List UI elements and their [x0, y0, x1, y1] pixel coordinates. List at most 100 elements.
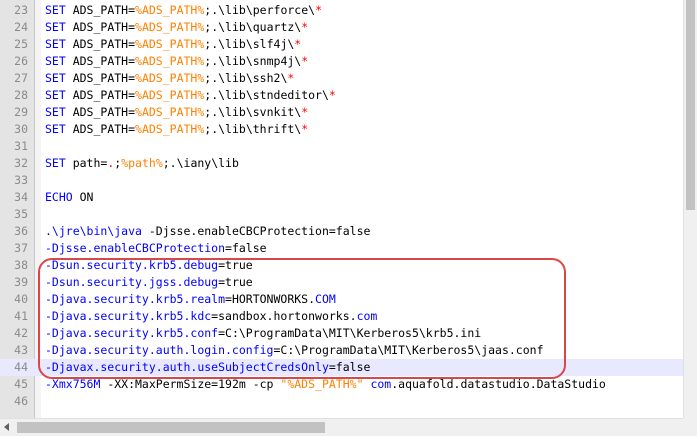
line-number: 44: [14, 360, 28, 374]
code-token: ;.\lib\svnkit\: [204, 105, 302, 119]
code-token: =false: [328, 360, 371, 374]
code-text: -Dsun.security.krb5.debug=true: [45, 257, 253, 274]
code-text: -Djava.security.krb5.kdc=sandbox.hortonw…: [45, 308, 377, 325]
line-number: 33: [14, 173, 28, 187]
vertical-scrollbar[interactable]: [683, 0, 697, 418]
code-token: -Djavax.security.auth.useSubjectCredsOnl…: [45, 360, 329, 374]
code-token: "%ADS_PATH%": [280, 377, 364, 391]
code-token: =true: [218, 275, 253, 289]
code-token: -Djava.security.auth.login.config: [45, 343, 274, 357]
code-token: ;.\iany\lib: [162, 156, 239, 170]
line-number: 34: [14, 190, 28, 204]
line-number: 35: [14, 207, 28, 221]
code-line[interactable]: 37 -Djsse.enableCBCProtection=false: [0, 240, 683, 257]
code-line[interactable]: 30 SET ADS_PATH=%ADS_PATH%;.\lib\thrift\*: [0, 121, 683, 138]
code-token: ;.\lib\perforce\: [204, 3, 316, 17]
code-text: -Xmx756M -XX:MaxPermSize=192m -cp "%ADS_…: [45, 376, 606, 393]
code-line[interactable]: 32 SET path=.;%path%;.\iany\lib: [0, 155, 683, 172]
code-line[interactable]: 45 -Xmx756M -XX:MaxPermSize=192m -cp "%AD…: [0, 376, 683, 393]
code-line[interactable]: 41 -Djava.security.krb5.kdc=sandbox.horto…: [0, 308, 683, 325]
code-line[interactable]: 35: [0, 206, 683, 223]
code-line[interactable]: 25 SET ADS_PATH=%ADS_PATH%;.\lib\slf4j\*: [0, 36, 683, 53]
line-number: 42: [14, 326, 28, 340]
code-token: ADS_PATH=: [65, 37, 136, 51]
code-line[interactable]: 43 -Djava.security.auth.login.config=C:\P…: [0, 342, 683, 359]
line-number: 27: [14, 71, 28, 85]
code-token: %ADS_PATH%: [135, 3, 205, 17]
code-token: =false: [225, 241, 267, 255]
code-line[interactable]: 34 ECHO ON: [0, 189, 683, 206]
code-line[interactable]: 42 -Djava.security.krb5.conf=C:\ProgramDa…: [0, 325, 683, 342]
code-text: -Dsun.security.jgss.debug=true: [45, 274, 253, 291]
line-number: 38: [14, 258, 28, 272]
code-token: ;.\lib\stndeditor\: [204, 88, 329, 102]
horizontal-scroll-thumb[interactable]: [17, 422, 325, 433]
code-token: =sandbox.hortonworks.: [211, 309, 357, 323]
code-token: -Xmx756M: [45, 377, 101, 391]
code-token: *: [301, 122, 309, 136]
code-token: ;.\lib\thrift\: [204, 122, 302, 136]
code-line[interactable]: 27 SET ADS_PATH=%ADS_PATH%;.\lib\ssh2\*: [0, 70, 683, 87]
code-text: SET ADS_PATH=%ADS_PATH%;.\lib\snmp4j\*: [45, 53, 308, 70]
line-number: 39: [14, 275, 28, 289]
code-token: ADS_PATH=: [65, 71, 136, 85]
code-line[interactable]: 26 SET ADS_PATH=%ADS_PATH%;.\lib\snmp4j\*: [0, 53, 683, 70]
code-text: -Djsse.enableCBCProtection=false: [45, 240, 267, 257]
code-token: -XX:MaxPermSize=192m -cp: [100, 377, 281, 391]
code-text: SET ADS_PATH=%ADS_PATH%;.\lib\svnkit\*: [45, 104, 308, 121]
code-line[interactable]: 40 -Djava.security.krb5.realm=HORTONWORKS…: [0, 291, 683, 308]
code-token: ECHO: [45, 190, 73, 204]
code-line[interactable]: 28 SET ADS_PATH=%ADS_PATH%;.\lib\stndedit…: [0, 87, 683, 104]
code-token: =HORTONWORKS.: [225, 292, 316, 306]
code-token: ;.\lib\slf4j\: [204, 37, 295, 51]
code-token: SET: [45, 122, 66, 136]
code-token: -Djava.security.krb5.conf: [45, 326, 219, 340]
code-text: SET ADS_PATH=%ADS_PATH%;.\lib\slf4j\*: [45, 36, 301, 53]
code-token: ADS_PATH=: [65, 20, 136, 34]
code-token: %ADS_PATH%: [135, 20, 205, 34]
code-line[interactable]: 46: [0, 393, 683, 410]
line-number: 28: [14, 88, 28, 102]
code-line[interactable]: 24 SET ADS_PATH=%ADS_PATH%;.\lib\quartz\*: [0, 19, 683, 36]
code-token: SET: [45, 88, 66, 102]
horizontal-scrollbar[interactable]: [0, 418, 683, 436]
line-number: 43: [14, 343, 28, 357]
code-token: -Djsse.enableCBCProtection: [45, 241, 226, 255]
vertical-scroll-thumb[interactable]: [686, 0, 695, 210]
code-line[interactable]: 44 -Djavax.security.auth.useSubjectCredsO…: [0, 359, 683, 376]
code-token: *: [301, 20, 309, 34]
code-line[interactable]: 33: [0, 172, 683, 189]
code-token: com: [356, 309, 378, 323]
line-number: 36: [14, 224, 28, 238]
code-token: -Djsse.enableCBCProtection=false: [141, 224, 371, 238]
code-line[interactable]: 29 SET ADS_PATH=%ADS_PATH%;.\lib\svnkit\*: [0, 104, 683, 121]
code-token: -Dsun.security.jgss.debug: [45, 275, 219, 289]
code-token: ;.\lib\ssh2\: [204, 71, 288, 85]
code-token: SET: [45, 105, 66, 119]
code-line[interactable]: 31: [0, 138, 683, 155]
code-line[interactable]: 39 -Dsun.security.jgss.debug=true: [0, 274, 683, 291]
code-token: *: [301, 54, 309, 68]
code-line[interactable]: 38 -Dsun.security.krb5.debug=true: [0, 257, 683, 274]
code-line[interactable]: 23 SET ADS_PATH=%ADS_PATH%;.\lib\perforce…: [0, 2, 683, 19]
code-token: -Djava.security.krb5.realm: [45, 292, 226, 306]
code-token: .aquafold.datastudio.DataStudio: [391, 377, 606, 391]
code-line[interactable]: 36 .\jre\bin\java -Djsse.enableCBCProtect…: [0, 223, 683, 240]
code-token: *: [294, 37, 302, 51]
line-number: 29: [14, 105, 28, 119]
code-token: %path%: [121, 156, 163, 170]
code-token: %ADS_PATH%: [135, 37, 205, 51]
code-token: *: [301, 105, 309, 119]
code-token: =C:\ProgramData\MIT\Kerberos5\krb5.ini: [218, 326, 482, 340]
code-token: %ADS_PATH%: [135, 71, 205, 85]
code-text: SET ADS_PATH=%ADS_PATH%;.\lib\ssh2\*: [45, 70, 294, 87]
code-token: path=: [65, 156, 108, 170]
scroll-left-arrow-icon[interactable]: [4, 423, 9, 431]
code-token: com: [370, 377, 392, 391]
code-token: *: [315, 3, 322, 17]
code-text: -Djavax.security.auth.useSubjectCredsOnl…: [45, 359, 370, 376]
code-editor[interactable]: 23 SET ADS_PATH=%ADS_PATH%;.\lib\perforce…: [0, 0, 683, 418]
code-token: *: [287, 71, 295, 85]
code-token: SET: [45, 3, 66, 17]
code-token: COM: [315, 292, 336, 306]
